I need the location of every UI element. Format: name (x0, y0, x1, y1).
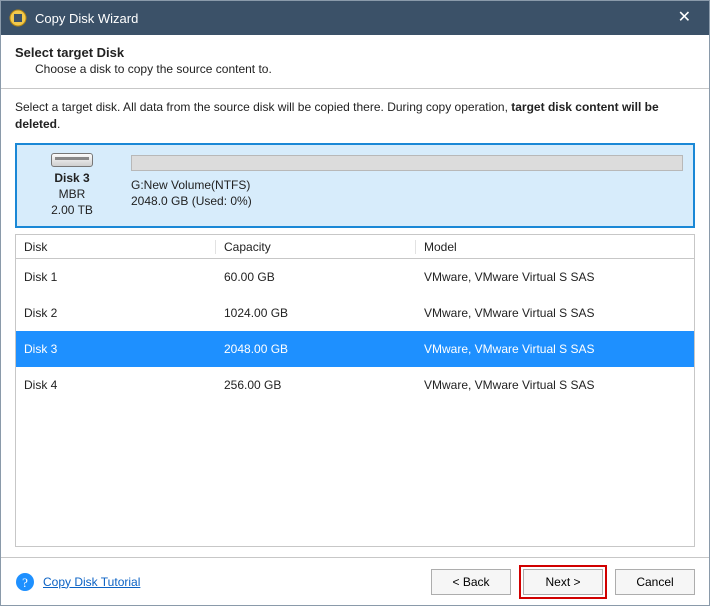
table-header: Disk Capacity Model (16, 235, 694, 259)
cell-model: VMware, VMware Virtual S SAS (416, 270, 694, 284)
cell-model: VMware, VMware Virtual S SAS (416, 342, 694, 356)
wizard-body: Select a target disk. All data from the … (1, 89, 709, 557)
window-title: Copy Disk Wizard (35, 11, 670, 26)
selected-disk-size: 2.00 TB (51, 202, 93, 218)
cell-disk: Disk 4 (16, 378, 216, 392)
cell-capacity: 1024.00 GB (216, 306, 416, 320)
cell-capacity: 256.00 GB (216, 378, 416, 392)
selected-disk-scheme: MBR (51, 186, 93, 202)
cell-disk: Disk 2 (16, 306, 216, 320)
wizard-window: Copy Disk Wizard ✕ Select target Disk Ch… (0, 0, 710, 606)
usage-bar (131, 155, 683, 171)
help-area: ? Copy Disk Tutorial (15, 572, 423, 592)
selected-disk-info: Disk 3 MBR 2.00 TB (51, 170, 93, 219)
app-icon (9, 9, 27, 27)
disk-icon (51, 153, 93, 167)
col-disk[interactable]: Disk (16, 240, 216, 254)
instruction-post: . (57, 117, 60, 131)
cancel-button[interactable]: Cancel (615, 569, 695, 595)
cell-capacity: 60.00 GB (216, 270, 416, 284)
table-body: Disk 160.00 GBVMware, VMware Virtual S S… (16, 259, 694, 546)
next-button[interactable]: Next > (523, 569, 603, 595)
cell-model: VMware, VMware Virtual S SAS (416, 378, 694, 392)
back-button[interactable]: < Back (431, 569, 511, 595)
selected-disk-panel: Disk 3 MBR 2.00 TB G:New Volume(NTFS) 20… (15, 143, 695, 229)
col-capacity[interactable]: Capacity (216, 240, 416, 254)
table-row[interactable]: Disk 21024.00 GBVMware, VMware Virtual S… (16, 295, 694, 331)
wizard-header: Select target Disk Choose a disk to copy… (1, 35, 709, 89)
table-row[interactable]: Disk 32048.00 GBVMware, VMware Virtual S… (16, 331, 694, 367)
selected-disk-name: Disk 3 (51, 170, 93, 186)
titlebar: Copy Disk Wizard ✕ (1, 1, 709, 35)
close-icon[interactable]: ✕ (670, 6, 699, 30)
help-icon[interactable]: ? (15, 572, 35, 592)
instruction-text: Select a target disk. All data from the … (15, 99, 695, 133)
cell-disk: Disk 3 (16, 342, 216, 356)
table-row[interactable]: Disk 160.00 GBVMware, VMware Virtual S S… (16, 259, 694, 295)
volume-usage: 2048.0 GB (Used: 0%) (131, 193, 683, 209)
next-button-highlight: Next > (519, 565, 607, 599)
page-title: Select target Disk (15, 45, 695, 60)
wizard-footer: ? Copy Disk Tutorial < Back Next > Cance… (1, 557, 709, 605)
selected-disk-volume: G:New Volume(NTFS) 2048.0 GB (Used: 0%) (131, 153, 683, 209)
help-link[interactable]: Copy Disk Tutorial (43, 575, 140, 589)
instruction-pre: Select a target disk. All data from the … (15, 100, 511, 114)
svg-text:?: ? (22, 575, 28, 590)
disk-table: Disk Capacity Model Disk 160.00 GBVMware… (15, 234, 695, 547)
table-row[interactable]: Disk 4256.00 GBVMware, VMware Virtual S … (16, 367, 694, 403)
cell-model: VMware, VMware Virtual S SAS (416, 306, 694, 320)
volume-label: G:New Volume(NTFS) (131, 177, 683, 193)
col-model[interactable]: Model (416, 240, 694, 254)
cell-capacity: 2048.00 GB (216, 342, 416, 356)
cell-disk: Disk 1 (16, 270, 216, 284)
selected-disk-meta: Disk 3 MBR 2.00 TB (27, 153, 117, 219)
page-subtitle: Choose a disk to copy the source content… (35, 62, 695, 76)
